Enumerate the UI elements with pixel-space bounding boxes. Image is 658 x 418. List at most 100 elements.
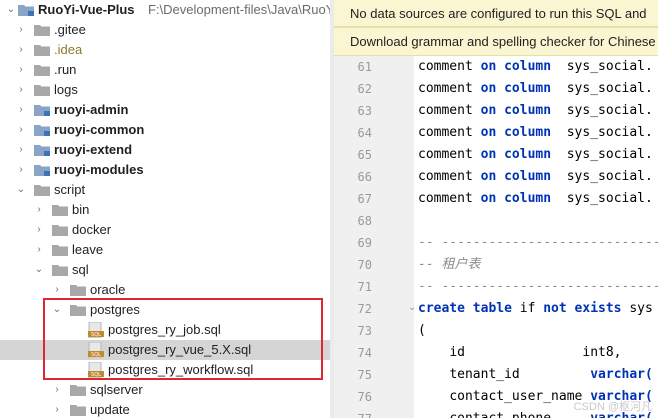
identifier-token: contact_phone [449,411,551,418]
chevron-down-icon[interactable]: ⌄ [16,180,26,200]
line-number: 69 [357,236,372,250]
chevron-right-icon[interactable]: › [52,400,62,418]
line-number: 75 [357,368,372,382]
chevron-right-icon[interactable]: › [34,200,44,220]
project-tree: ⌄ RuoYi-Vue-Plus F:\Development-files\Ja… [0,0,330,418]
keyword-token: on [480,103,497,118]
code-line: tenant_id varchar( [418,364,653,386]
code-line: comment on column sys_social. [418,100,653,122]
code-token: comment [418,103,473,118]
identifier-token: sys_social. [566,81,653,96]
line-number: 73 [357,324,372,338]
tree-item-logs[interactable]: › logs [0,80,330,100]
tree-item-docker[interactable]: › docker [0,220,330,240]
tree-item-label: .run [54,62,77,77]
chevron-right-icon[interactable]: › [16,40,26,60]
line-number: 74 [357,346,372,360]
code-line: comment on column sys_social. [418,144,653,166]
tree-item-label: .idea [54,42,83,57]
line-number: 76 [357,390,372,404]
identifier-token: sys [629,301,653,316]
keyword-token: column [504,103,552,118]
tree-item-idea[interactable]: › .idea [0,40,330,60]
tree-item-ruoyi-admin[interactable]: › ruoyi-admin [0,100,330,120]
folder-icon [52,244,68,256]
tree-item-label: script [54,182,86,197]
tree-item-label: logs [54,82,78,97]
identifier-token: sys_social. [566,191,653,206]
code-token: if [519,301,536,316]
chevron-right-icon[interactable]: › [16,140,26,160]
identifier-token: sys_social. [566,125,653,140]
module-folder-icon [34,144,50,156]
chevron-right-icon[interactable]: › [16,20,26,40]
tree-item-label: update [90,402,130,417]
tree-item-label: oracle [90,282,126,297]
chevron-down-icon[interactable]: ⌄ [34,260,44,280]
keyword-token: not exists [543,301,622,316]
module-folder-icon [34,124,50,136]
project-name: RuoYi-Vue-Plus [38,2,135,17]
identifier-token: sys_social. [566,169,653,184]
code-token: comment [418,147,473,162]
folder-icon [34,64,50,76]
tree-item-label: bin [72,202,90,217]
keyword-token: column [504,81,552,96]
tree-item-ruoyi-extend[interactable]: › ruoyi-extend [0,140,330,160]
keyword-token: on [480,59,497,74]
tree-item-bin[interactable]: › bin [0,200,330,220]
chevron-right-icon[interactable]: › [34,220,44,240]
keyword-token: column [504,169,552,184]
fold-marker-icon[interactable]: ⌄ [408,297,416,319]
tree-item-project-root[interactable]: ⌄ RuoYi-Vue-Plus F:\Development-files\Ja… [0,0,330,20]
chevron-right-icon[interactable]: › [16,60,26,80]
code-line: -- 租户表 [418,254,480,276]
line-number: 72 [357,302,372,316]
tree-item-sqlserver[interactable]: › sqlserver [0,380,330,400]
chevron-right-icon[interactable]: › [16,120,26,140]
tree-item-leave[interactable]: › leave [0,240,330,260]
code-token: comment [418,125,473,140]
chevron-down-icon[interactable]: ⌄ [6,0,16,20]
tree-item-ruoyi-common[interactable]: › ruoyi-common [0,120,330,140]
folder-icon [70,404,86,416]
chevron-right-icon[interactable]: › [34,240,44,260]
module-folder-icon [34,104,50,116]
code-line: -- ---------------------------- [418,276,658,298]
module-folder-icon [34,164,50,176]
tree-item-oracle[interactable]: › oracle [0,280,330,300]
keyword-token: on [480,169,497,184]
folder-icon [70,384,86,396]
code-token: comment [418,59,473,74]
chevron-right-icon[interactable]: › [16,160,26,180]
grammar-checker-banner[interactable]: Download grammar and spelling checker fo… [334,27,658,56]
type-token: varchar( [590,367,653,382]
line-number: 68 [357,214,372,228]
code-token: ( [418,323,426,338]
tree-item-label: sql [72,262,89,277]
tree-item-run[interactable]: › .run [0,60,330,80]
tree-item-sql[interactable]: ⌄ sql [0,260,330,280]
line-number: 61 [357,60,372,74]
tree-item-ruoyi-modules[interactable]: › ruoyi-modules [0,160,330,180]
chevron-right-icon[interactable]: › [16,100,26,120]
tree-item-script[interactable]: ⌄ script [0,180,330,200]
chevron-right-icon[interactable]: › [16,80,26,100]
code-token: -- ---------------------------- [418,279,658,294]
identifier-token: id [449,345,465,360]
code-token: -- 租户表 [418,257,481,272]
identifier-token: sys_social. [566,103,653,118]
tree-item-label: ruoyi-modules [54,162,144,177]
line-number: 77 [334,408,372,418]
chevron-right-icon[interactable]: › [52,280,62,300]
no-data-source-banner[interactable]: No data sources are configured to run th… [334,0,658,27]
sql-editor: No data sources are configured to run th… [334,0,658,418]
folder-icon [70,284,86,296]
keyword-token: on [480,147,497,162]
tree-item-update[interactable]: › update [0,400,330,418]
tree-item-gitee[interactable]: › .gitee [0,20,330,40]
code-line: create table if not exists sys [418,298,653,320]
code-line: comment on column sys_social. [418,166,653,188]
code-line: comment on column sys_social. [418,78,653,100]
chevron-right-icon[interactable]: › [52,380,62,400]
